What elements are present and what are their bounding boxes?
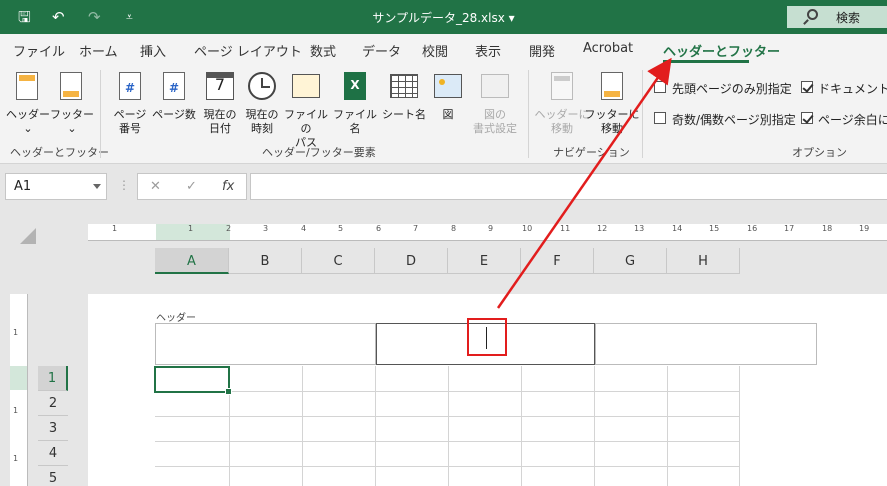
annotation-arrow	[496, 57, 672, 309]
excel-window: 🖫 ↶ ↷ ⩡ サンプルデータ_28.xlsx ▾ 検索 ファイル ホーム 挿入…	[0, 0, 887, 486]
